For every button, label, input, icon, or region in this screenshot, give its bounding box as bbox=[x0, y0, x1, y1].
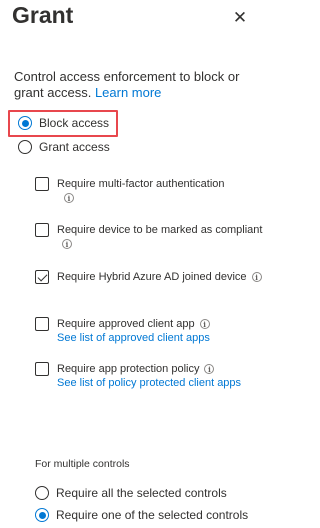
approved-apps-link[interactable]: See list of approved client apps bbox=[57, 331, 265, 345]
control-label: Require device to be marked as compliant bbox=[57, 224, 263, 236]
checkbox[interactable] bbox=[35, 317, 49, 331]
info-icon[interactable]: i bbox=[204, 364, 215, 375]
learn-more-link[interactable]: Learn more bbox=[95, 85, 161, 100]
radio-icon[interactable] bbox=[35, 486, 49, 500]
description: Control access enforcement to block or g… bbox=[14, 69, 262, 101]
radio-label: Require one of the selected controls bbox=[56, 508, 249, 522]
info-icon[interactable]: i bbox=[64, 193, 74, 204]
checkbox-checked[interactable] bbox=[35, 270, 49, 284]
radio-block-access[interactable]: Block access bbox=[18, 116, 109, 130]
radio-icon[interactable] bbox=[18, 140, 32, 154]
radio-require-all[interactable]: Require all the selected controls bbox=[35, 486, 227, 500]
policy-protected-apps-link[interactable]: See list of policy protected client apps bbox=[57, 376, 265, 390]
radio-grant-access[interactable]: Grant access bbox=[18, 140, 110, 154]
radio-icon-selected[interactable] bbox=[35, 508, 49, 522]
info-icon[interactable]: i bbox=[199, 319, 210, 330]
checkbox[interactable] bbox=[35, 362, 49, 376]
multiple-controls-label: For multiple controls bbox=[35, 458, 130, 470]
control-label: Require app protection policy bbox=[57, 363, 200, 375]
control-label: Require multi-factor authentication bbox=[57, 178, 225, 190]
panel-title: Grant bbox=[12, 2, 74, 28]
info-icon[interactable]: i bbox=[62, 239, 72, 250]
radio-label: Require all the selected controls bbox=[56, 486, 227, 500]
checkbox[interactable] bbox=[35, 223, 49, 237]
control-label: Require approved client app bbox=[57, 318, 195, 330]
radio-icon-selected[interactable] bbox=[18, 116, 32, 130]
checkbox[interactable] bbox=[35, 177, 49, 191]
info-icon[interactable]: i bbox=[251, 272, 262, 283]
control-label: Require Hybrid Azure AD joined device bbox=[57, 271, 247, 283]
radio-require-one[interactable]: Require one of the selected controls bbox=[35, 508, 248, 522]
radio-label: Grant access bbox=[39, 140, 110, 154]
radio-label: Block access bbox=[39, 116, 110, 130]
close-icon[interactable]: ✕ bbox=[230, 8, 250, 28]
